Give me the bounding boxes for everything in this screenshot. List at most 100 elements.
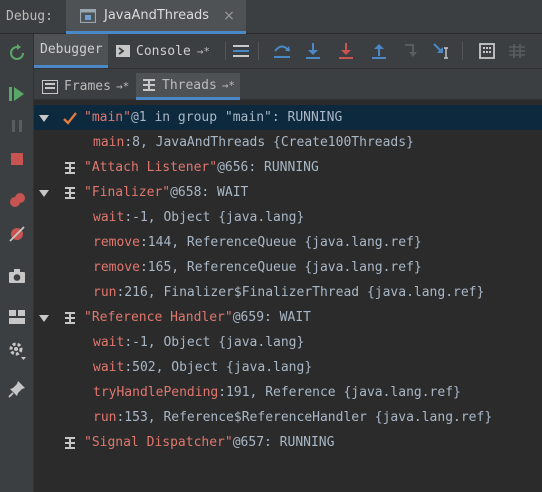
tab-console[interactable]: Console →* xyxy=(116,34,226,68)
toolbar-divider xyxy=(258,42,259,60)
camera-icon[interactable] xyxy=(7,266,27,286)
frames-icon xyxy=(42,79,58,94)
frame-method: remove xyxy=(93,235,140,250)
settings-icon[interactable] xyxy=(7,340,27,360)
collapse-arrow-icon[interactable] xyxy=(38,187,50,199)
frame-label: tryHandlePending:191, Reference {java.la… xyxy=(93,385,461,400)
toolbar-divider xyxy=(462,42,463,60)
frame-method: run xyxy=(93,285,117,300)
frame-location: :502, Object {java.lang} xyxy=(124,360,313,375)
thread-row-reference-handler[interactable]: "Reference Handler"@659: WAIT xyxy=(34,305,542,330)
tab-frames-label: Frames xyxy=(64,79,111,94)
frame-row[interactable]: remove:165, ReferenceQueue {java.lang.re… xyxy=(34,255,542,280)
close-tab-icon[interactable]: × xyxy=(223,8,235,24)
thread-name: "main" xyxy=(84,110,131,125)
console-pin-icon[interactable]: →* xyxy=(197,45,210,58)
frame-location: :216, Finalizer$FinalizerThread {java.la… xyxy=(116,285,485,300)
frame-label: main:8, JavaAndThreads {Create100Threads… xyxy=(93,135,414,150)
frame-row[interactable]: run:153, Reference$ReferenceHandler {jav… xyxy=(34,405,542,430)
debug-label: Debug: xyxy=(6,9,53,24)
pin-icon[interactable] xyxy=(7,379,27,399)
frame-label: remove:165, ReferenceQueue {java.lang.re… xyxy=(93,260,422,275)
frame-method: main xyxy=(93,135,125,150)
frame-label: wait:-1, Object {java.lang} xyxy=(93,335,304,350)
debugger-toolbar: Debugger Console →* xyxy=(34,34,542,69)
thread-row-main[interactable]: "main"@1 in group "main": RUNNING xyxy=(34,105,542,130)
layout-icon[interactable] xyxy=(7,307,27,327)
console-icon xyxy=(116,45,130,57)
run-config-icon xyxy=(80,8,96,23)
thread-status: @1 in group "main": RUNNING xyxy=(130,110,343,125)
thread-row-signal-dispatcher[interactable]: "Signal Dispatcher"@657: RUNNING xyxy=(34,430,542,455)
collapse-arrow-icon[interactable] xyxy=(38,312,50,324)
step-out-icon[interactable] xyxy=(369,41,389,61)
debug-sidebar xyxy=(0,34,34,492)
frame-method: wait xyxy=(93,335,125,350)
frame-row[interactable]: main:8, JavaAndThreads {Create100Threads… xyxy=(34,130,542,155)
show-execution-point-icon[interactable] xyxy=(231,41,251,61)
view-breakpoints-icon[interactable] xyxy=(7,191,27,211)
frame-row[interactable]: run:216, Finalizer$FinalizerThread {java… xyxy=(34,280,542,305)
mute-breakpoints-icon[interactable] xyxy=(7,224,27,244)
threads-pin-icon[interactable]: →* xyxy=(222,79,235,92)
frame-label: run:153, Reference$ReferenceHandler {jav… xyxy=(93,410,492,425)
thread-status: @657: RUNNING xyxy=(232,435,335,450)
frame-method: wait xyxy=(93,360,125,375)
drop-frame-icon[interactable] xyxy=(401,41,421,61)
frame-method: tryHandlePending xyxy=(93,385,219,400)
step-over-icon[interactable] xyxy=(272,41,292,61)
frame-label: wait:-1, Object {java.lang} xyxy=(93,210,304,225)
frame-location: :-1, Object {java.lang} xyxy=(124,210,305,225)
thread-name: "Finalizer" xyxy=(84,185,171,200)
tab-java-and-threads[interactable]: JavaAndThreads × xyxy=(66,0,246,34)
frame-label: run:216, Finalizer$FinalizerThread {java… xyxy=(93,285,484,300)
frame-row[interactable]: wait:502, Object {java.lang} xyxy=(34,355,542,380)
frame-method: wait xyxy=(93,210,125,225)
frame-location: :8, JavaAndThreads {Create100Threads} xyxy=(124,135,414,150)
frame-location: :-1, Object {java.lang} xyxy=(124,335,305,350)
frame-method: remove xyxy=(93,260,140,275)
step-into-icon[interactable] xyxy=(303,41,323,61)
frame-location: :153, Reference$ReferenceHandler {java.l… xyxy=(116,410,493,425)
thread-name: "Attach Listener" xyxy=(84,160,218,175)
run-to-cursor-icon[interactable] xyxy=(432,41,452,61)
tab-debugger[interactable]: Debugger xyxy=(34,34,108,68)
thread-icon xyxy=(65,312,75,324)
tab-debugger-label: Debugger xyxy=(40,42,103,57)
trace-icon[interactable] xyxy=(507,41,527,61)
thread-row-finalizer[interactable]: "Finalizer"@658: WAIT xyxy=(34,180,542,205)
frame-row[interactable]: remove:144, ReferenceQueue {java.lang.re… xyxy=(34,230,542,255)
thread-status: @656: RUNNING xyxy=(217,160,319,175)
force-step-into-icon[interactable] xyxy=(336,41,356,61)
tab-threads[interactable]: Threads →* xyxy=(136,73,240,100)
frame-row[interactable]: tryHandlePending:191, Reference {java.la… xyxy=(34,380,542,405)
thread-label: "Finalizer"@658: WAIT xyxy=(84,185,248,200)
threads-icon xyxy=(143,79,155,91)
thread-label: "main"@1 in group "main": RUNNING xyxy=(84,110,342,125)
frame-method: run xyxy=(93,410,117,425)
thread-row-attach-listener[interactable]: "Attach Listener"@656: RUNNING xyxy=(34,155,542,180)
threads-tree: "main"@1 in group "main": RUNNING main:8… xyxy=(34,100,542,492)
frames-pin-icon[interactable]: →* xyxy=(116,80,129,93)
resume-icon[interactable] xyxy=(7,84,27,104)
stop-icon[interactable] xyxy=(7,149,27,169)
thread-label: "Reference Handler"@659: WAIT xyxy=(84,310,311,325)
thread-label: "Attach Listener"@656: RUNNING xyxy=(84,160,319,175)
frame-row[interactable]: wait:-1, Object {java.lang} xyxy=(34,205,542,230)
pause-icon[interactable] xyxy=(7,116,27,136)
thread-status: @658: WAIT xyxy=(170,185,249,200)
frame-location: :191, Reference {java.lang.ref} xyxy=(218,385,461,400)
tab-title: JavaAndThreads xyxy=(104,8,210,23)
debug-title-bar: Debug: JavaAndThreads × xyxy=(0,0,542,34)
thread-name: "Signal Dispatcher" xyxy=(84,435,233,450)
collapse-arrow-icon[interactable] xyxy=(38,112,50,124)
thread-icon xyxy=(65,187,75,199)
tab-console-label: Console xyxy=(136,43,191,59)
thread-label: "Signal Dispatcher"@657: RUNNING xyxy=(84,435,334,450)
frame-row[interactable]: wait:-1, Object {java.lang} xyxy=(34,330,542,355)
tab-frames[interactable]: Frames →* xyxy=(36,73,132,100)
frames-threads-bar: Frames →* Threads →* xyxy=(34,69,542,100)
thread-icon xyxy=(65,437,75,449)
evaluate-expression-icon[interactable] xyxy=(477,41,497,61)
rerun-icon[interactable] xyxy=(7,43,27,63)
